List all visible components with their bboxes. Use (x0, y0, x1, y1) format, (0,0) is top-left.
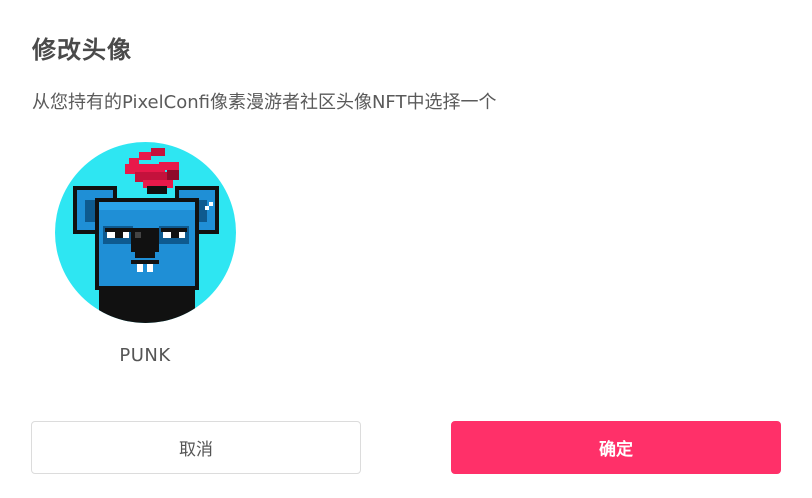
nft-item[interactable]: PUNK (54, 142, 236, 366)
nft-name: PUNK (119, 345, 171, 366)
dialog-title: 修改头像 (32, 36, 132, 64)
confirm-button[interactable]: 确定 (451, 421, 781, 474)
change-avatar-dialog: 修改头像 从您持有的PixelConfi像素漫游者社区头像NFT中选择一个 PU… (0, 0, 812, 498)
cancel-button[interactable]: 取消 (31, 421, 361, 474)
nft-list: PUNK (54, 142, 236, 366)
koala-pixel-art (54, 142, 236, 323)
nft-avatar-image[interactable] (54, 142, 236, 323)
dialog-subtitle: 从您持有的PixelConfi像素漫游者社区头像NFT中选择一个 (32, 92, 497, 113)
